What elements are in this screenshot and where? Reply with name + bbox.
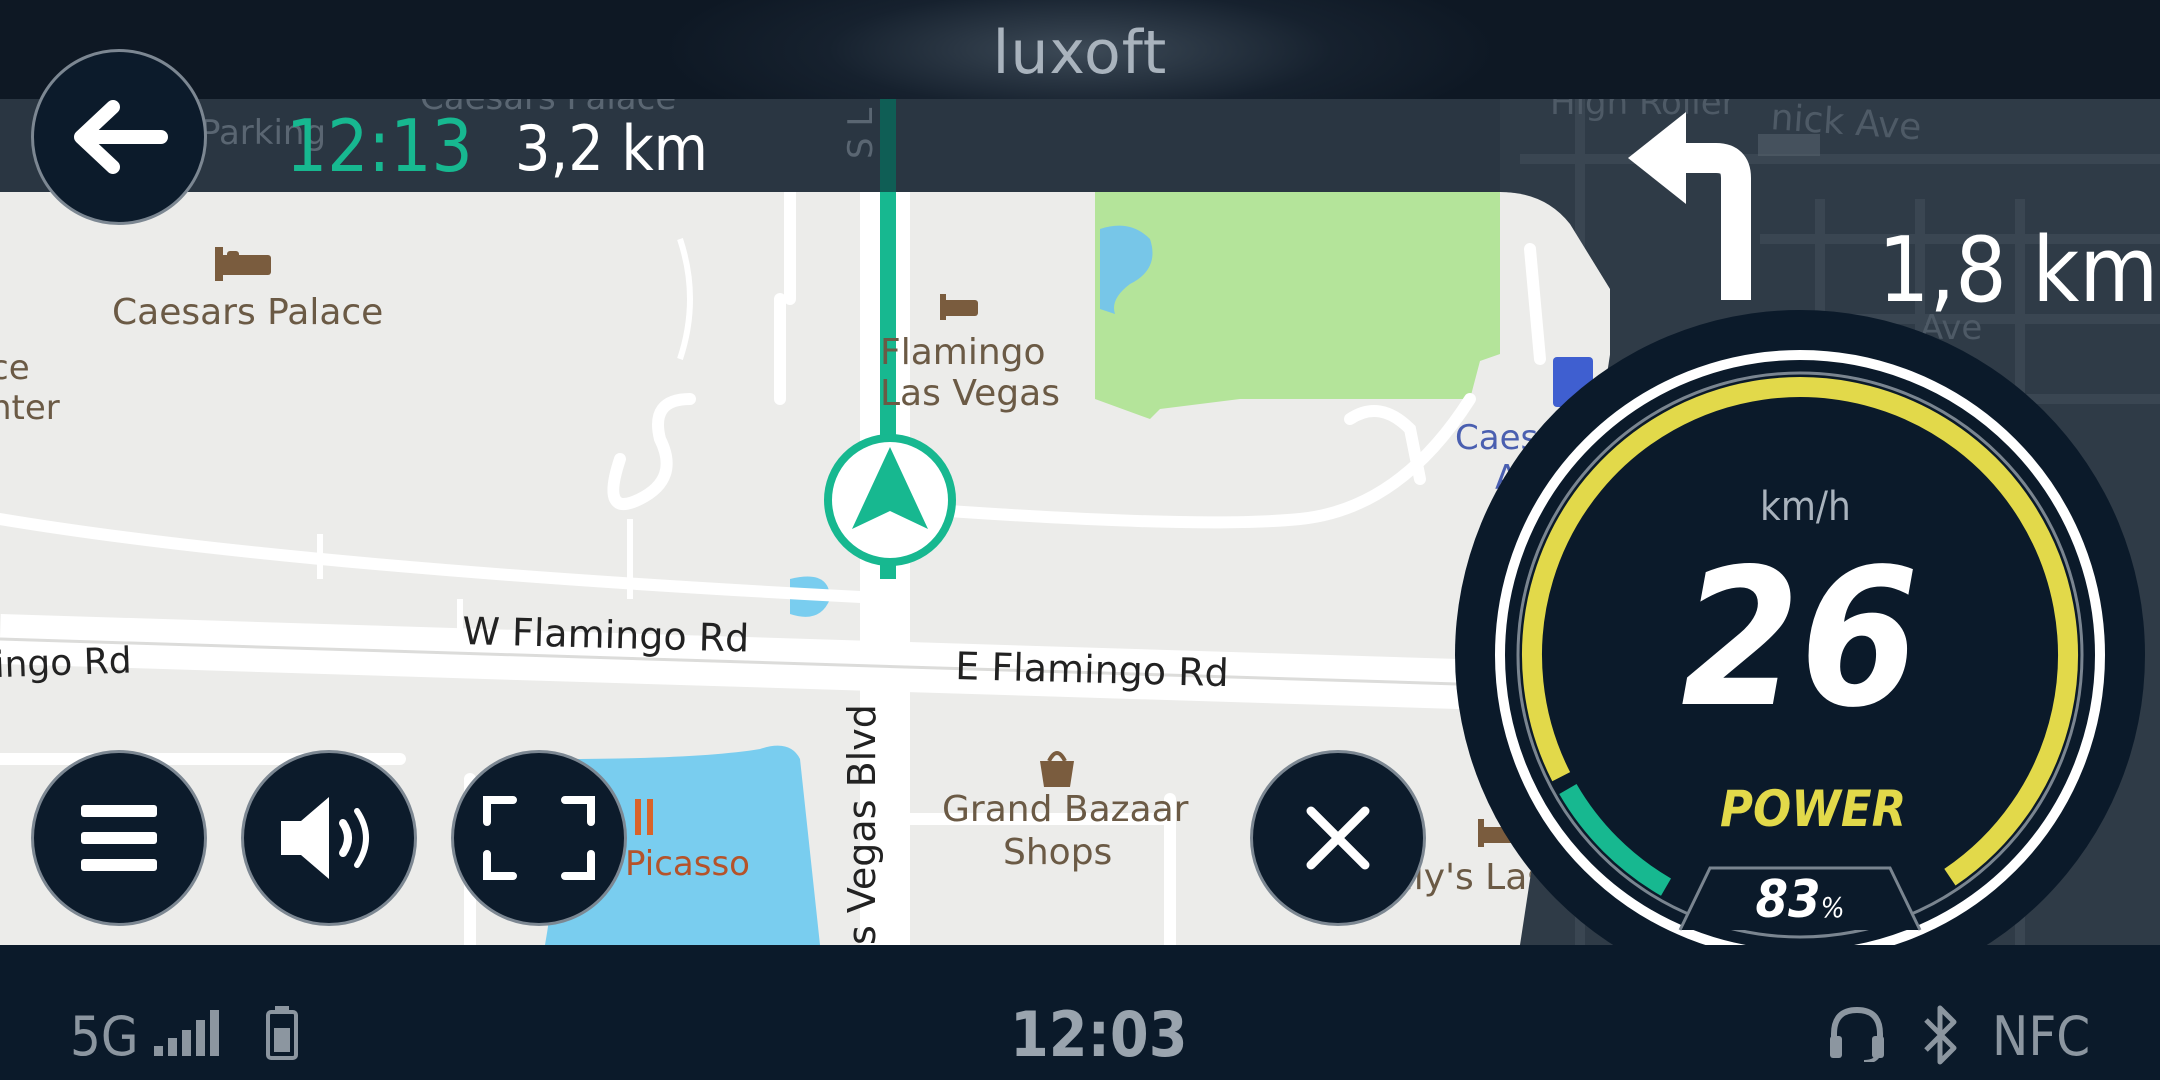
back-button[interactable] [31, 49, 207, 225]
turn-left-arrow-icon [1628, 112, 1820, 300]
s-lv-label: S L [841, 108, 881, 159]
forum-label-1: ce [0, 348, 30, 388]
w-flamingo-left-label: ingo Rd [0, 640, 132, 686]
close-icon [1306, 806, 1370, 870]
e-flamingo-label: E Flamingo Rd [955, 644, 1229, 695]
clock: 12:03 [1010, 998, 1188, 1071]
battery-readout: 83% [1752, 870, 1848, 930]
brand-logo: luxoft [992, 18, 1168, 88]
volume-button[interactable] [241, 750, 417, 926]
nfc-label: NFC [1992, 1005, 2091, 1068]
menu-icon [81, 805, 157, 871]
grand-bazaar-label-2: Shops [1003, 832, 1112, 873]
battery-unit: % [1820, 891, 1845, 924]
menu-button[interactable] [31, 750, 207, 926]
forum-label-2: nter [0, 388, 60, 428]
route-line-top [880, 99, 896, 192]
fullscreen-icon [483, 796, 595, 880]
bluetooth-icon [1924, 1005, 1957, 1065]
w-flamingo-label: W Flamingo Rd [462, 609, 750, 660]
grand-bazaar-label-1: Grand Bazaar [942, 789, 1189, 830]
maneuver-distance: 1,8 km [1878, 218, 2159, 323]
signal-bars-icon [154, 1010, 219, 1056]
park-area [1095, 192, 1500, 419]
close-route-button[interactable] [1250, 750, 1426, 926]
network-type: 5G [70, 1005, 139, 1068]
battery-percent: 83 [1755, 870, 1821, 930]
regen-arc [1559, 783, 1672, 896]
las-vegas-blvd-label: s Vegas Blvd [840, 704, 884, 945]
drive-mode: POWER [1720, 780, 1907, 838]
fullscreen-button[interactable] [451, 750, 627, 926]
picasso-label: Picasso [625, 844, 750, 884]
position-marker [824, 434, 956, 566]
battery-icon [266, 1006, 298, 1060]
top-bar: luxoft [0, 0, 2160, 99]
volume-icon [281, 797, 369, 879]
caesars-palace-label: Caesars Palace [112, 292, 383, 333]
headset-icon [1830, 1006, 1884, 1062]
eta-time: 12:13 [286, 104, 473, 188]
remaining-distance: 3,2 km [515, 112, 709, 185]
arrow-left-icon [74, 100, 168, 174]
flamingo-label-1: Flamingo [880, 332, 1046, 373]
speed-value: 26 [1681, 528, 1919, 749]
speed-unit: km/h [1760, 484, 1851, 530]
flamingo-label-2: Las Vegas [880, 373, 1060, 414]
